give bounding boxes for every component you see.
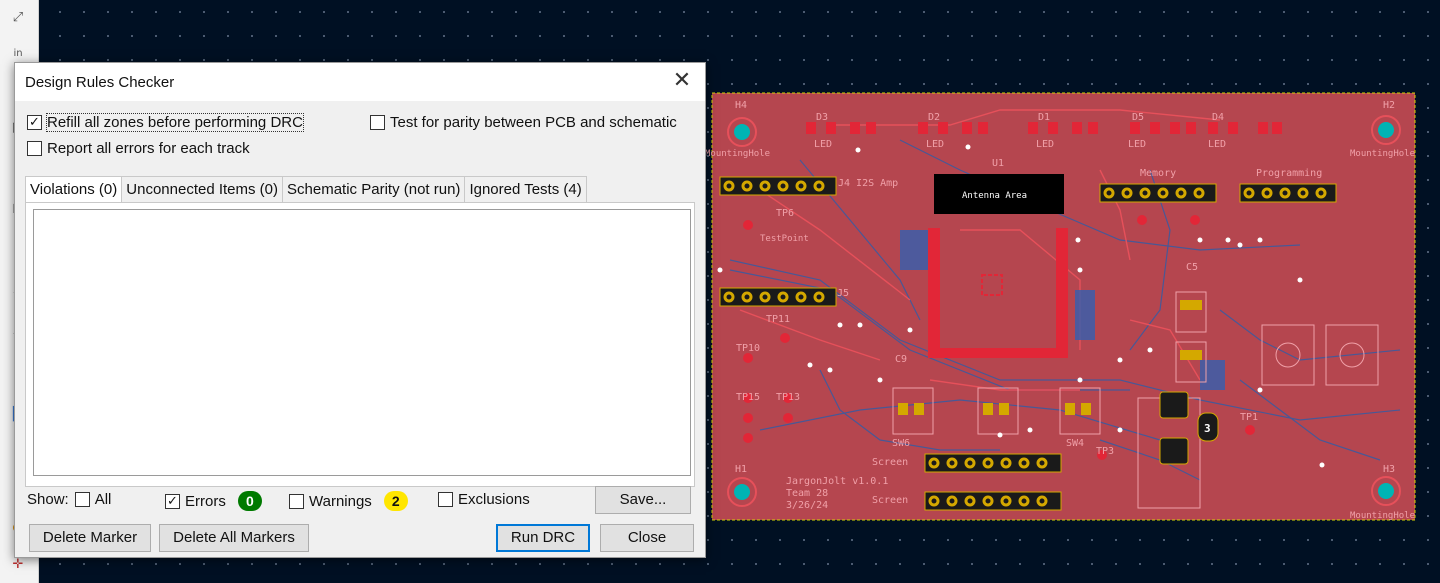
origin-icon[interactable]: ✛ — [8, 555, 28, 575]
units-inch-icon[interactable]: in — [8, 44, 28, 64]
report-all-errors-label: Report all errors for each track — [47, 140, 250, 157]
errors-count-badge: 0 — [237, 491, 262, 511]
svg-text:3: 3 — [1204, 422, 1211, 435]
svg-text:TP1: TP1 — [1240, 412, 1258, 423]
dialog-titlebar[interactable]: Design Rules Checker ✕ — [15, 63, 705, 101]
svg-text:TP15: TP15 — [736, 392, 760, 403]
svg-text:MountingHole: MountingHole — [1350, 511, 1415, 521]
svg-text:TP11: TP11 — [766, 314, 790, 325]
delete-marker-button[interactable]: Delete Marker — [29, 524, 151, 552]
svg-text:Screen: Screen — [872, 457, 908, 468]
pcb-board[interactable]: H4 H2 H1 H3 MountingHole MountingHole Mo… — [700, 80, 1430, 530]
svg-text:SW6: SW6 — [892, 438, 910, 449]
report-all-errors-checkbox[interactable] — [27, 141, 42, 156]
svg-text:U1: U1 — [992, 158, 1004, 169]
exclusions-checkbox[interactable] — [438, 492, 453, 507]
svg-text:MountingHole: MountingHole — [1350, 149, 1415, 159]
dialog-title: Design Rules Checker — [25, 74, 175, 91]
svg-text:H1: H1 — [735, 464, 747, 475]
svg-text:J5: J5 — [837, 288, 849, 299]
close-button[interactable]: Close — [600, 524, 694, 552]
svg-text:Programming: Programming — [1256, 168, 1322, 179]
test-parity-option[interactable]: Test for parity between PCB and schemati… — [370, 114, 677, 131]
svg-text:D1: D1 — [1038, 112, 1050, 123]
run-drc-button[interactable]: Run DRC — [496, 524, 590, 552]
svg-text:C9: C9 — [895, 354, 907, 365]
svg-text:D5: D5 — [1132, 112, 1144, 123]
svg-text:JargonJolt v1.0.1: JargonJolt v1.0.1 — [786, 476, 888, 487]
svg-text:D2: D2 — [928, 112, 940, 123]
svg-text:LED: LED — [1036, 139, 1054, 150]
show-label: Show: — [27, 491, 69, 508]
warnings-count-badge: 2 — [383, 491, 408, 511]
results-tabs: Violations (0) Unconnected Items (0) Sch… — [25, 176, 587, 204]
violations-list[interactable] — [33, 209, 691, 476]
svg-text:J4 I2S Amp: J4 I2S Amp — [838, 178, 898, 189]
svg-text:H4: H4 — [735, 100, 747, 111]
close-icon[interactable]: ✕ — [669, 69, 695, 95]
svg-text:SW4: SW4 — [1066, 438, 1084, 449]
exclusions-filter[interactable]: Exclusions — [438, 491, 530, 508]
errors-label: Errors — [185, 492, 226, 510]
test-parity-checkbox[interactable] — [370, 115, 385, 130]
errors-checkbox[interactable]: ✓ — [165, 493, 180, 509]
drc-dialog: Design Rules Checker ✕ ✓ Refill all zone… — [14, 62, 706, 558]
save-button[interactable]: Save... — [595, 486, 691, 514]
violations-panel — [25, 202, 695, 487]
warnings-checkbox[interactable] — [289, 493, 304, 509]
svg-text:MountingHole: MountingHole — [705, 149, 770, 159]
svg-text:TestPoint: TestPoint — [760, 234, 809, 244]
measure-icon[interactable]: ⤢ — [8, 8, 28, 28]
warnings-filter[interactable]: Warnings 2 — [289, 491, 408, 511]
svg-text:LED: LED — [926, 139, 944, 150]
tab-ignored-tests[interactable]: Ignored Tests (4) — [464, 176, 587, 203]
show-all-label: All — [94, 491, 112, 508]
svg-text:D3: D3 — [816, 112, 828, 123]
refill-zones-label: Refill all zones before performing DRC — [46, 113, 304, 132]
show-all-checkbox[interactable] — [74, 492, 90, 507]
report-all-errors-option[interactable]: Report all errors for each track — [27, 140, 250, 157]
svg-text:Team 28: Team 28 — [786, 488, 828, 499]
tab-unconnected-items[interactable]: Unconnected Items (0) — [121, 176, 284, 203]
svg-text:H3: H3 — [1383, 464, 1395, 475]
exclusions-label: Exclusions — [458, 491, 530, 508]
refill-zones-option[interactable]: ✓ Refill all zones before performing DRC — [27, 113, 304, 132]
warnings-label: Warnings — [309, 492, 372, 510]
svg-text:TP3: TP3 — [1096, 446, 1114, 457]
svg-text:TP10: TP10 — [736, 343, 760, 354]
delete-all-markers-button[interactable]: Delete All Markers — [159, 524, 309, 552]
svg-text:LED: LED — [814, 139, 832, 150]
svg-text:LED: LED — [1128, 139, 1146, 150]
show-filter-row: Show: All — [27, 491, 111, 508]
svg-text:D4: D4 — [1212, 112, 1224, 123]
svg-text:Screen: Screen — [872, 495, 908, 506]
svg-text:Memory: Memory — [1140, 168, 1176, 179]
svg-text:TP6: TP6 — [776, 208, 794, 219]
svg-text:3/26/24: 3/26/24 — [786, 500, 828, 511]
svg-text:LED: LED — [1208, 139, 1226, 150]
svg-text:C5: C5 — [1186, 262, 1198, 273]
svg-text:TP13: TP13 — [776, 392, 800, 403]
errors-filter[interactable]: ✓ Errors 0 — [165, 491, 262, 511]
tab-violations[interactable]: Violations (0) — [25, 176, 123, 204]
refill-zones-checkbox[interactable]: ✓ — [27, 115, 42, 130]
test-parity-label: Test for parity between PCB and schemati… — [390, 114, 677, 131]
svg-text:Antenna Area: Antenna Area — [962, 191, 1027, 201]
svg-text:H2: H2 — [1383, 100, 1395, 111]
tab-schematic-parity[interactable]: Schematic Parity (not run) — [282, 176, 466, 203]
